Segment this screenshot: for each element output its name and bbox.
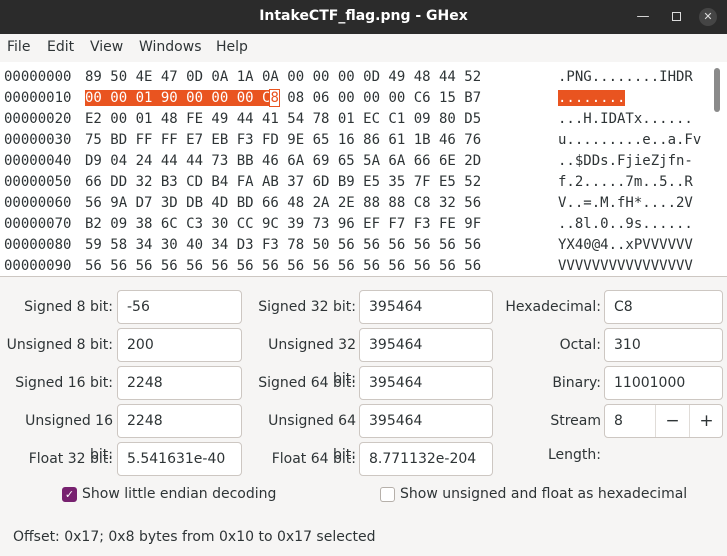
little-endian-checkbox[interactable]: ✓ (62, 487, 77, 502)
hex-bytes[interactable]: 00 00 01 90 00 00 00 C8 08 06 00 00 00 C… (85, 88, 481, 108)
binary-field[interactable]: 11001000 (604, 366, 723, 400)
unsigned-hex-checkbox[interactable] (380, 487, 395, 502)
signed-16-label: Signed 16 bit: (15, 375, 113, 391)
ascii-selection[interactable]: ........ (558, 90, 626, 106)
hex-row: 00000000 89 50 4E 47 0D 0A 1A 0A 00 00 0… (4, 67, 693, 87)
menu-file[interactable]: File (7, 39, 30, 55)
maximize-icon[interactable] (668, 9, 684, 25)
ascii-bytes[interactable]: ........ (558, 88, 626, 108)
hex-row: 00000020 E2 00 01 48 FE 49 44 41 54 78 0… (4, 109, 693, 129)
minimize-icon[interactable]: — (635, 9, 651, 25)
ascii-bytes[interactable]: f.2.....7m..5..R (558, 172, 693, 192)
ascii-bytes[interactable]: .PNG........IHDR (558, 67, 693, 87)
unsigned-hex-label[interactable]: Show unsigned and float as hexadecimal (400, 486, 687, 502)
unsigned-8-field[interactable]: 200 (117, 328, 242, 362)
ascii-bytes[interactable]: ..8l.0..9s...... (558, 214, 693, 234)
decrement-button[interactable]: − (655, 405, 689, 437)
unsigned-32-label: Unsigned 32 bit: (268, 337, 356, 387)
hex-bytes[interactable]: 75 BD FF FF E7 EB F3 FD 9E 65 16 86 61 1… (85, 130, 481, 150)
ascii-bytes[interactable]: ...H.IDATx...... (558, 109, 693, 129)
menu-view[interactable]: View (90, 39, 123, 55)
hex-row: 00000050 66 DD 32 B3 CD B4 FA AB 37 6D B… (4, 172, 693, 192)
octal-label: Octal: (559, 337, 601, 353)
hex-bytes[interactable]: 59 58 34 30 40 34 D3 F3 78 50 56 56 56 5… (85, 235, 481, 255)
unsigned-16-label: Unsigned 16 bit: (25, 413, 113, 463)
hex-bytes[interactable]: 89 50 4E 47 0D 0A 1A 0A 00 00 00 0D 49 4… (85, 67, 481, 87)
octal-field[interactable]: 310 (604, 328, 723, 362)
row-offset: 00000000 (4, 69, 72, 85)
close-icon[interactable]: ✕ (699, 8, 717, 26)
ascii-bytes[interactable]: u.........e..a.Fv (558, 130, 701, 150)
signed-64-field[interactable]: 395464 (359, 366, 493, 400)
vertical-scrollbar[interactable] (712, 66, 722, 274)
hex-row: 00000090 56 56 56 56 56 56 56 56 56 56 5… (4, 256, 693, 276)
hex-row: 00000030 75 BD FF FF E7 EB F3 FD 9E 65 1… (4, 130, 701, 150)
row-offset: 00000060 (4, 195, 72, 211)
hexadecimal-label: Hexadecimal: (505, 299, 601, 315)
float-64-label: Float 64 bit: (271, 451, 356, 467)
ascii-bytes[interactable]: ..$DDs.FjieZjfn- (558, 151, 693, 171)
signed-32-field[interactable]: 395464 (359, 290, 493, 324)
title-bar: IntakeCTF_flag.png - GHex — ✕ (0, 0, 727, 34)
unsigned-8-label: Unsigned 8 bit: (6, 337, 113, 353)
signed-16-field[interactable]: 2248 (117, 366, 242, 400)
status-bar: Offset: 0x17; 0x8 bytes from 0x10 to 0x1… (13, 529, 376, 545)
row-offset: 00000080 (4, 237, 72, 253)
menu-bar: File Edit View Windows Help (0, 34, 727, 62)
float-32-label: Float 32 bit: (28, 451, 113, 467)
hex-bytes[interactable]: 56 56 56 56 56 56 56 56 56 56 56 56 56 5… (85, 256, 481, 276)
float-32-field[interactable]: 5.541631e-40 (117, 442, 242, 476)
row-offset: 00000050 (4, 174, 72, 190)
unsigned-64-field[interactable]: 395464 (359, 404, 493, 438)
signed-64-label: Signed 64 bit: (258, 375, 356, 391)
unsigned-32-field[interactable]: 395464 (359, 328, 493, 362)
hex-row: 00000070 B2 09 38 6C C3 30 CC 9C 39 73 9… (4, 214, 693, 234)
row-offset: 00000090 (4, 258, 72, 274)
menu-edit[interactable]: Edit (47, 39, 74, 55)
ascii-bytes[interactable]: V..=.M.fH*....2V (558, 193, 693, 213)
signed-8-field[interactable]: -56 (117, 290, 242, 324)
hexadecimal-field[interactable]: C8 (604, 290, 723, 324)
row-offset: 00000010 (4, 90, 72, 106)
hex-row: 00000060 56 9A D7 3D DB 4D BD 66 48 2A 2… (4, 193, 693, 213)
row-offset: 00000030 (4, 132, 72, 148)
float-64-field[interactable]: 8.771132e-204 (359, 442, 493, 476)
signed-32-label: Signed 32 bit: (258, 299, 356, 315)
row-offset: 00000070 (4, 216, 72, 232)
hex-row: 00000040 D9 04 24 44 44 73 BB 46 6A 69 6… (4, 151, 693, 171)
ascii-bytes[interactable]: VVVVVVVVVVVVVVVV (558, 256, 693, 276)
unsigned-16-field[interactable]: 2248 (117, 404, 242, 438)
hex-cursor[interactable]: 8 (269, 89, 280, 107)
row-offset: 00000040 (4, 153, 72, 169)
hex-selection[interactable]: 00 00 01 90 00 00 00 C (85, 90, 271, 106)
little-endian-label[interactable]: Show little endian decoding (82, 486, 276, 502)
stream-length-value[interactable]: 8 (614, 405, 623, 437)
window-title: IntakeCTF_flag.png - GHex (259, 8, 468, 24)
menu-help[interactable]: Help (216, 39, 248, 55)
row-offset: 00000020 (4, 111, 72, 127)
hex-bytes[interactable]: B2 09 38 6C C3 30 CC 9C 39 73 96 EF F7 F… (85, 214, 481, 234)
scrollbar-thumb[interactable] (714, 68, 720, 112)
hex-bytes[interactable]: 66 DD 32 B3 CD B4 FA AB 37 6D B9 E5 35 7… (85, 172, 481, 192)
hex-row-selected: 00000010 00 00 01 90 00 00 00 C8 08 06 0… (4, 88, 626, 108)
hex-bytes[interactable]: E2 00 01 48 FE 49 44 41 54 78 01 EC C1 0… (85, 109, 481, 129)
signed-8-label: Signed 8 bit: (24, 299, 113, 315)
hex-row: 00000080 59 58 34 30 40 34 D3 F3 78 50 5… (4, 235, 693, 255)
menu-windows[interactable]: Windows (139, 39, 202, 55)
hex-bytes-rest[interactable]: 08 06 00 00 00 C6 15 B7 (279, 90, 481, 106)
hex-view[interactable]: 00000000 89 50 4E 47 0D 0A 1A 0A 00 00 0… (0, 62, 727, 277)
increment-button[interactable]: + (689, 405, 723, 437)
stream-length-spinner[interactable]: 8 − + (604, 404, 723, 438)
stream-length-label: Stream Length: (547, 413, 601, 463)
unsigned-64-label: Unsigned 64 bit: (268, 413, 356, 463)
binary-label: Binary: (552, 375, 601, 391)
ascii-bytes[interactable]: YX40@4..xPVVVVVV (558, 235, 693, 255)
hex-bytes[interactable]: 56 9A D7 3D DB 4D BD 66 48 2A 2E 88 88 C… (85, 193, 481, 213)
hex-bytes[interactable]: D9 04 24 44 44 73 BB 46 6A 69 65 5A 6A 6… (85, 151, 481, 171)
